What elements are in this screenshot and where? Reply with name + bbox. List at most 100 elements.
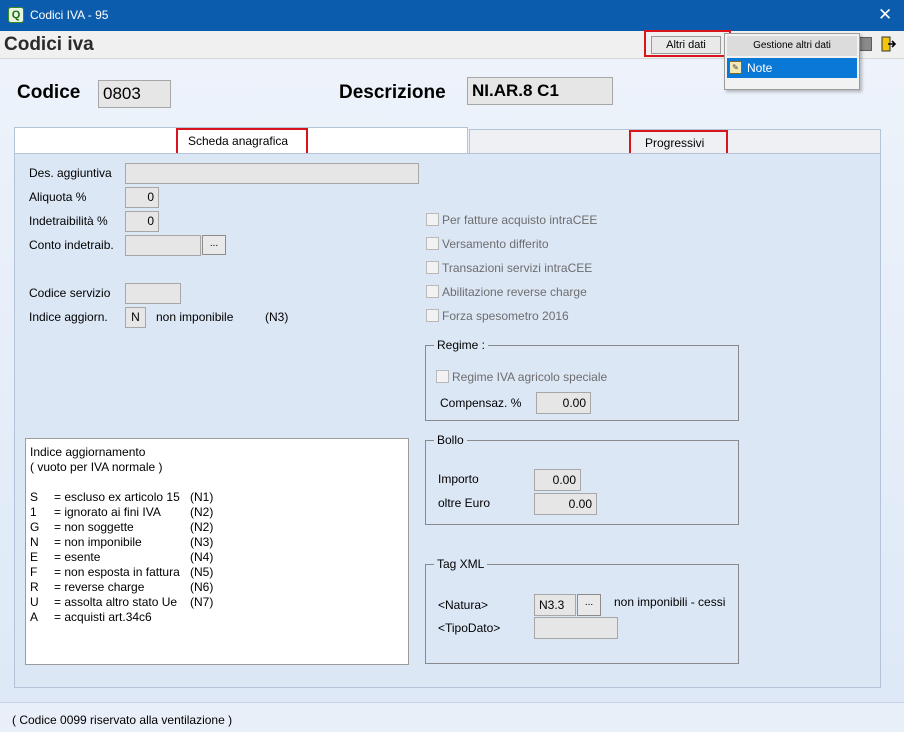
indetraibilita-label: Indetraibilità % bbox=[29, 214, 108, 228]
oltre-euro-label: oltre Euro bbox=[438, 496, 491, 510]
legend-key: F bbox=[30, 565, 38, 579]
legend-desc: = non soggette bbox=[54, 520, 134, 534]
checkbox-transazioni-servizi[interactable] bbox=[426, 261, 439, 274]
legend-row: N = non imponibile (N3) bbox=[30, 535, 404, 550]
altri-dati-button[interactable]: Altri dati bbox=[651, 36, 721, 54]
legend-code: (N2) bbox=[190, 520, 214, 534]
tab-progressivi-label: Progressivi bbox=[645, 136, 705, 150]
tipodato-label: <TipoDato> bbox=[438, 621, 501, 635]
conto-indetraib-label: Conto indetraib. bbox=[29, 238, 114, 252]
legend-code: (N5) bbox=[190, 565, 214, 579]
checkbox-regime-agricolo[interactable] bbox=[436, 370, 449, 383]
legend-row: G = non soggette (N2) bbox=[30, 520, 404, 535]
legend-desc: = ignorato ai fini IVA bbox=[54, 505, 161, 519]
legend-key: G bbox=[30, 520, 40, 534]
legend-code: (N4) bbox=[190, 550, 214, 564]
codice-servizio-field[interactable] bbox=[125, 283, 181, 304]
tipodato-field[interactable] bbox=[534, 617, 618, 639]
indice-aggiorn-code: (N3) bbox=[265, 310, 289, 324]
save-icon[interactable] bbox=[859, 37, 872, 51]
menu-header: Gestione altri dati bbox=[727, 36, 857, 56]
legend-key: N bbox=[30, 535, 39, 549]
indice-aggiorn-field[interactable]: N bbox=[125, 307, 146, 328]
checkbox-intracee[interactable] bbox=[426, 213, 439, 226]
legend-key: A bbox=[30, 610, 39, 624]
natura-label: <Natura> bbox=[438, 598, 489, 612]
indice-legend-box: Indice aggiornamento ( vuoto per IVA nor… bbox=[25, 438, 409, 665]
legend-subtitle: ( vuoto per IVA normale ) bbox=[30, 460, 163, 474]
conto-indetraib-field[interactable] bbox=[125, 235, 201, 256]
legend-desc: = escluso ex articolo 15 bbox=[54, 490, 180, 504]
legend-code: (N3) bbox=[190, 535, 214, 549]
legend-key: S bbox=[30, 490, 39, 504]
legend-desc: = non imponibile bbox=[54, 535, 142, 549]
legend-code: (N7) bbox=[190, 595, 214, 609]
legend-row: S = escluso ex articolo 15 (N1) bbox=[30, 490, 404, 505]
checkbox-versamento-differito-label: Versamento differito bbox=[442, 237, 549, 251]
legend-row: A = acquisti art.34c6 bbox=[30, 610, 404, 625]
indetraibilita-field[interactable]: 0 bbox=[125, 211, 159, 232]
checkbox-reverse-charge[interactable] bbox=[426, 285, 439, 298]
window-title: Codici IVA - 95 bbox=[30, 8, 109, 22]
importo-field[interactable]: 0.00 bbox=[534, 469, 581, 491]
legend-desc: = reverse charge bbox=[54, 580, 145, 594]
legend-row: 1 = ignorato ai fini IVA (N2) bbox=[30, 505, 404, 520]
bollo-title: Bollo bbox=[434, 433, 467, 447]
page-title: Codici iva bbox=[4, 34, 94, 55]
legend-row: F = non esposta in fattura (N5) bbox=[30, 565, 404, 580]
legend-desc: = assolta altro stato Ue bbox=[54, 595, 178, 609]
app-icon: Q bbox=[8, 7, 24, 23]
checkbox-regime-agricolo-label: Regime IVA agricolo speciale bbox=[452, 370, 608, 384]
conto-indetraib-lookup-button[interactable]: ... bbox=[202, 235, 226, 255]
legend-row: U = assolta altro stato Ue (N7) bbox=[30, 595, 404, 610]
oltre-euro-field[interactable]: 0.00 bbox=[534, 493, 597, 515]
codice-field[interactable]: 0803 bbox=[98, 80, 171, 108]
legend-code: (N2) bbox=[190, 505, 214, 519]
legend-key: R bbox=[30, 580, 39, 594]
natura-lookup-button[interactable]: ... bbox=[577, 594, 601, 616]
status-text: ( Codice 0099 riservato alla ventilazion… bbox=[12, 713, 233, 727]
legend-title: Indice aggiornamento bbox=[30, 445, 146, 459]
checkbox-versamento-differito[interactable] bbox=[426, 237, 439, 250]
natura-desc: non imponibili - cessi bbox=[614, 595, 726, 609]
menu-item-note[interactable]: Note bbox=[727, 58, 857, 78]
legend-desc: = acquisti art.34c6 bbox=[54, 610, 152, 624]
des-aggiuntiva-label: Des. aggiuntiva bbox=[29, 166, 112, 180]
aliquota-label: Aliquota % bbox=[29, 190, 87, 204]
codice-servizio-label: Codice servizio bbox=[29, 286, 111, 300]
exit-icon[interactable] bbox=[881, 36, 897, 52]
altri-dati-menu: Gestione altri dati Note ✎ bbox=[724, 33, 860, 90]
legend-key: U bbox=[30, 595, 39, 609]
legend-key: 1 bbox=[30, 505, 37, 519]
title-bar: Q Codici IVA - 95 ✕ bbox=[0, 0, 904, 31]
checkbox-intracee-label: Per fatture acquisto intraCEE bbox=[442, 213, 598, 227]
note-icon: ✎ bbox=[729, 61, 742, 74]
status-bar: ( Codice 0099 riservato alla ventilazion… bbox=[0, 702, 904, 732]
regime-title: Regime : bbox=[434, 338, 489, 352]
tag-xml-title: Tag XML bbox=[434, 557, 488, 571]
compensaz-field[interactable]: 0.00 bbox=[536, 392, 591, 414]
legend-code: (N1) bbox=[190, 490, 214, 504]
close-icon[interactable]: ✕ bbox=[878, 5, 892, 25]
checkbox-reverse-charge-label: Abilitazione reverse charge bbox=[442, 285, 587, 299]
checkbox-transazioni-servizi-label: Transazioni servizi intraCEE bbox=[442, 261, 593, 275]
checkbox-spesometro-label: Forza spesometro 2016 bbox=[442, 309, 569, 323]
aliquota-field[interactable]: 0 bbox=[125, 187, 159, 208]
checkbox-spesometro[interactable] bbox=[426, 309, 439, 322]
legend-row: E = esente (N4) bbox=[30, 550, 404, 565]
des-aggiuntiva-field[interactable] bbox=[125, 163, 419, 184]
descrizione-label: Descrizione bbox=[339, 82, 446, 103]
importo-label: Importo bbox=[438, 472, 479, 486]
compensaz-label: Compensaz. % bbox=[440, 396, 522, 410]
descrizione-field[interactable]: NI.AR.8 C1 bbox=[467, 77, 613, 105]
legend-desc: = esente bbox=[54, 550, 101, 564]
indice-aggiorn-desc: non imponibile bbox=[156, 310, 234, 324]
codice-label: Codice bbox=[17, 82, 81, 103]
natura-field[interactable]: N3.3 bbox=[534, 594, 576, 616]
legend-row: R = reverse charge (N6) bbox=[30, 580, 404, 595]
legend-desc: = non esposta in fattura bbox=[54, 565, 180, 579]
legend-code: (N6) bbox=[190, 580, 214, 594]
legend-key: E bbox=[30, 550, 39, 564]
indice-aggiorn-label: Indice aggiorn. bbox=[29, 310, 108, 324]
tab-scheda-anagrafica-label: Scheda anagrafica bbox=[188, 134, 289, 148]
